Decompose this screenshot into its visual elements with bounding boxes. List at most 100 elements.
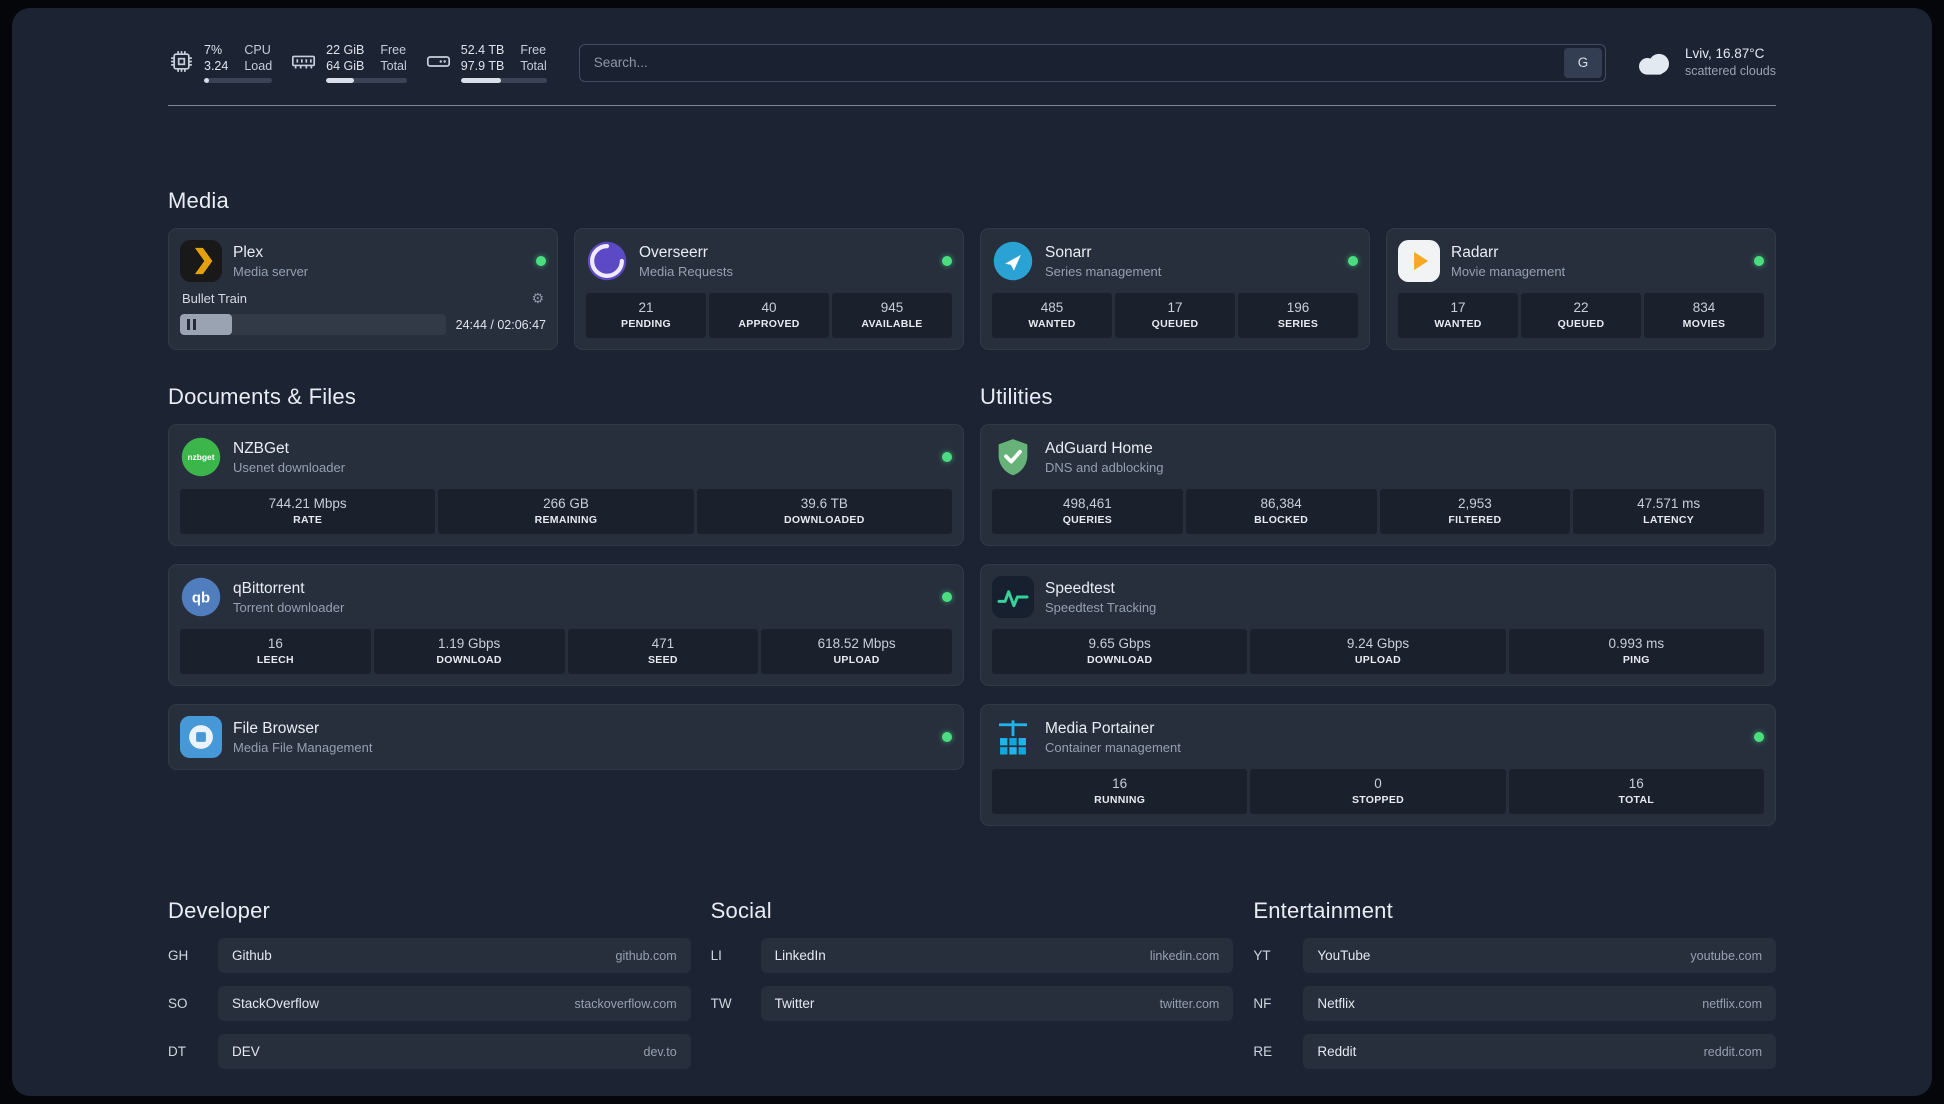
section-title-utilities: Utilities	[980, 384, 1053, 409]
bookmark-link-linkedin[interactable]: LinkedIn linkedin.com	[760, 938, 1234, 973]
cpu-load-value: 3.24	[204, 59, 229, 73]
memory-usage-bar	[326, 78, 407, 83]
section-title-developer: Developer	[168, 898, 271, 923]
section-title-entertainment: Entertainment	[1253, 898, 1393, 923]
nzbget-icon: nzbget	[180, 436, 222, 478]
cpu-icon	[171, 51, 192, 72]
disk-free-value: 52.4 TB	[460, 43, 505, 57]
bookmark-abbr: TW	[710, 996, 732, 1011]
service-name: File Browser	[233, 719, 320, 737]
cpu-usage-bar	[204, 78, 273, 83]
service-description: Container management	[1045, 739, 1181, 755]
memory-free-value: 22 GiB	[326, 43, 365, 57]
service-card-overseerr[interactable]: Overseerr Media Requests 21 PENDING 40 APP…	[574, 228, 964, 350]
status-dot	[942, 592, 952, 602]
bookmark-group-social: Social LI LinkedIn linkedin.com TW Twitt…	[711, 898, 1234, 1034]
bookmark-link-dev[interactable]: DEV dev.to	[218, 1034, 691, 1069]
gear-icon[interactable]: ⚙	[531, 290, 544, 307]
service-name: qBittorrent	[233, 579, 305, 597]
bookmark-linkedin: LI LinkedIn linkedin.com	[711, 938, 1234, 973]
service-card-portainer[interactable]: Media Portainer Container management 16 R…	[980, 704, 1776, 826]
service-card-nzbget[interactable]: nzbget NZBGet Usenet downloader 744.21 M…	[168, 424, 964, 546]
service-name: NZBGet	[233, 439, 289, 457]
memory-total-label: Total	[380, 59, 407, 73]
stat-tile: 618.52 Mbps UPLOAD	[761, 629, 952, 674]
service-card-speedtest[interactable]: Speedtest Speedtest Tracking 9.65 Gbps DO…	[980, 564, 1776, 686]
service-name: Overseerr	[639, 243, 708, 261]
memory-free-label: Free	[380, 43, 407, 57]
stat-tile: 1.19 Gbps DOWNLOAD	[373, 629, 565, 674]
bookmark-abbr: LI	[710, 948, 722, 963]
bookmark-link-youtube[interactable]: YouTube youtube.com	[1303, 938, 1776, 973]
bookmark-group-developer: Developer GH Github github.com SO StackO…	[168, 898, 691, 1082]
service-name: Radarr	[1451, 243, 1499, 261]
service-name: AdGuard Home	[1045, 439, 1153, 457]
header-divider	[168, 105, 1776, 106]
service-card-filebrowser[interactable]: File Browser Media File Management	[168, 704, 964, 770]
plex-now-playing: Bullet Train ⚙ 24:44 / 02:06:47	[180, 290, 546, 335]
disk-icon	[426, 56, 450, 67]
search-bar: G	[578, 43, 1606, 82]
cpu-usage-value: 7%	[204, 43, 223, 57]
dashboard: 7% CPU 3.24 Load 22 GiB Free 64 GiB Tota…	[12, 8, 1932, 1096]
disk-total-label: Total	[520, 59, 547, 73]
stat-tile: 16 RUNNING	[992, 769, 1248, 814]
service-card-qbittorrent[interactable]: qb qBittorrent Torrent downloader 16 LEEC…	[168, 564, 964, 686]
service-card-sonarr[interactable]: Sonarr Series management 485 WANTED 17 QUE…	[980, 228, 1370, 350]
stat-tile: 2,953 FILTERED	[1379, 489, 1571, 534]
bookmark-abbr: RE	[1253, 1044, 1273, 1059]
stat-tile: 39.6 TB DOWNLOADED	[696, 489, 952, 534]
stat-tile: 0.993 ms PING	[1508, 629, 1764, 674]
pause-icon[interactable]	[187, 319, 196, 330]
bookmark-link-stackoverflow[interactable]: StackOverflow stackoverflow.com	[218, 986, 691, 1021]
bookmark-link-reddit[interactable]: Reddit reddit.com	[1303, 1034, 1776, 1069]
service-description: Media server	[233, 263, 309, 279]
playback-progress-bar[interactable]	[180, 314, 446, 335]
stat-tile: 17 QUEUED	[1115, 293, 1235, 338]
bookmark-youtube: YT YouTube youtube.com	[1253, 938, 1776, 973]
bookmark-github: GH Github github.com	[168, 938, 691, 973]
bookmark-abbr: YT	[1253, 948, 1271, 963]
stat-tile: 22 QUEUED	[1521, 293, 1641, 338]
speedtest-icon	[992, 576, 1034, 618]
section-title-documents: Documents & Files	[168, 384, 357, 409]
stat-tile: 834 MOVIES	[1644, 293, 1764, 338]
stat-tile: 485 WANTED	[992, 293, 1112, 338]
status-dot	[942, 256, 952, 266]
stat-tile: 9.65 Gbps DOWNLOAD	[992, 629, 1248, 674]
qbittorrent-icon: qb	[180, 576, 222, 618]
plex-icon	[180, 240, 222, 282]
section-utilities: Utilities AdGuard Home DNS and adblockin…	[980, 384, 1776, 844]
bookmark-link-github[interactable]: Github github.com	[218, 938, 691, 973]
service-description: Media File Management	[233, 739, 373, 755]
disk-free-label: Free	[520, 43, 547, 57]
service-description: Movie management	[1451, 263, 1566, 279]
now-playing-title: Bullet Train	[182, 291, 248, 306]
service-description: Series management	[1045, 263, 1162, 279]
service-description: Torrent downloader	[233, 599, 345, 615]
section-title-social: Social	[710, 898, 772, 923]
adguard-icon	[992, 436, 1034, 478]
stat-tile: 9.24 Gbps UPLOAD	[1250, 629, 1506, 674]
service-card-adguard[interactable]: AdGuard Home DNS and adblocking 498,461 Q…	[980, 424, 1776, 546]
weather-widget[interactable]: Lviv, 16.87°C scattered clouds	[1634, 45, 1776, 80]
status-dot	[1754, 256, 1764, 266]
bookmark-link-twitter[interactable]: Twitter twitter.com	[760, 986, 1234, 1021]
weather-condition: scattered clouds	[1684, 64, 1776, 78]
service-card-plex[interactable]: Plex Media server Bullet Train ⚙ 24:44 /…	[168, 228, 558, 350]
service-card-radarr[interactable]: Radarr Movie management 17 WANTED 22 QUEUE…	[1386, 228, 1776, 350]
bookmark-link-netflix[interactable]: Netflix netflix.com	[1303, 986, 1776, 1021]
stat-tile: 40 APPROVED	[709, 293, 829, 338]
weather-location: Lviv, 16.87°C	[1684, 46, 1765, 61]
stat-tile: 21 PENDING	[586, 293, 706, 338]
bookmark-group-entertainment: Entertainment YT YouTube youtube.com NF …	[1253, 898, 1776, 1082]
search-input[interactable]	[578, 43, 1606, 82]
status-dot	[1348, 256, 1358, 266]
memory-total-value: 64 GiB	[326, 59, 365, 73]
memory-icon	[292, 55, 316, 69]
cpu-label: CPU	[244, 43, 271, 57]
disk-widget: 52.4 TB Free 97.9 TB Total	[425, 42, 547, 83]
search-provider-button[interactable]: G	[1563, 47, 1602, 78]
disk-usage-bar	[460, 78, 547, 83]
bookmark-reddit: RE Reddit reddit.com	[1253, 1034, 1776, 1069]
